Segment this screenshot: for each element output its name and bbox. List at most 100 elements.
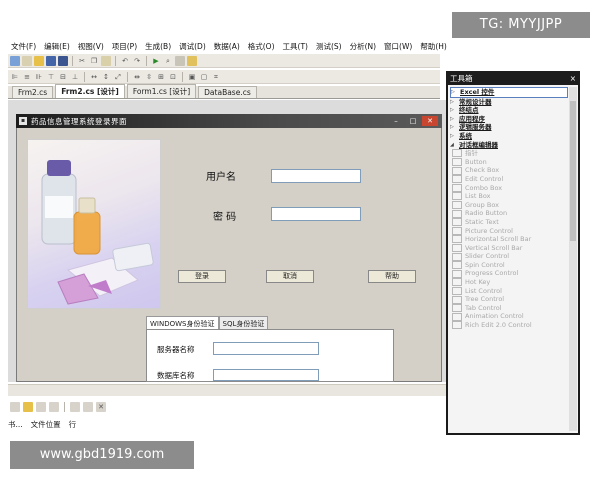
close-button[interactable]: ✕ <box>422 116 438 126</box>
toolbox-category-label: Excel 控件 <box>460 88 495 96</box>
menu-item[interactable]: 工具(T) <box>280 41 311 52</box>
database-name-input[interactable] <box>213 369 319 381</box>
menu-item[interactable]: 分析(N) <box>347 41 379 52</box>
toolbox-item[interactable]: Combo Box <box>450 184 568 193</box>
open-folder-icon[interactable] <box>34 55 44 66</box>
toolbox-item[interactable]: Tree Control <box>450 295 568 304</box>
toolbox-item[interactable]: List Control <box>450 287 568 296</box>
document-tab[interactable]: Form1.cs [设计] <box>126 84 197 98</box>
align-bottom-icon[interactable]: ⊥ <box>70 72 80 82</box>
toolbox-category[interactable]: ▷ 终结点 <box>450 106 568 115</box>
tab-order-icon[interactable]: ⌗ <box>211 72 221 82</box>
username-input[interactable] <box>271 169 361 183</box>
toolbox-category[interactable]: ▷ 常规设计器 <box>450 98 568 107</box>
next-icon[interactable] <box>49 402 59 412</box>
menu-item[interactable]: 视图(V) <box>75 41 107 52</box>
auth-tab[interactable]: WINDOWS身份验证 <box>146 316 219 329</box>
toolbox-item[interactable]: 指针 <box>450 149 568 158</box>
menu-item[interactable]: 窗口(W) <box>381 41 415 52</box>
align-top-icon[interactable]: ⊤ <box>46 72 56 82</box>
same-height-icon[interactable]: ↕ <box>101 72 111 82</box>
copy-icon[interactable]: ❐ <box>89 56 99 66</box>
toolbox-category[interactable]: ◢ 对话框编辑器 <box>450 141 568 150</box>
toolbox-item[interactable]: Picture Control <box>450 227 568 236</box>
document-tab[interactable]: Frm2.cs <box>12 86 54 98</box>
new-project-icon[interactable] <box>10 55 20 66</box>
toolbox-item[interactable]: Radio Button <box>450 209 568 218</box>
cancel-button[interactable]: 取消 <box>266 270 314 283</box>
same-width-icon[interactable]: ↔ <box>89 72 99 82</box>
start-debug-icon[interactable]: ▶ <box>151 56 161 66</box>
prev-icon[interactable] <box>36 402 46 412</box>
toolbar-separator <box>182 71 183 82</box>
align-right-icon[interactable]: ⊪ <box>34 72 44 82</box>
toolbox-item[interactable]: Spin Control <box>450 261 568 270</box>
align-middle-icon[interactable]: ⊟ <box>58 72 68 82</box>
save-all-icon[interactable] <box>58 55 68 66</box>
toolbox-item[interactable]: Button <box>450 158 568 167</box>
help-button[interactable]: 帮助 <box>368 270 416 283</box>
align-left-icon[interactable]: ⊫ <box>10 72 20 82</box>
send-back-icon[interactable]: ▢ <box>199 72 209 82</box>
menu-item[interactable]: 编辑(E) <box>41 41 73 52</box>
paste-icon[interactable] <box>101 55 111 66</box>
document-tab[interactable]: DataBase.cs <box>198 86 257 98</box>
toolbox-category[interactable]: ▷ 系统 <box>450 132 568 141</box>
toolbox-item[interactable]: Horizontal Scroll Bar <box>450 235 568 244</box>
maximize-button[interactable]: □ <box>405 116 421 126</box>
toolbox-item[interactable]: Animation Control <box>450 312 568 321</box>
properties-icon[interactable] <box>187 55 197 66</box>
same-size-icon[interactable]: ⤢ <box>113 72 123 82</box>
minimize-button[interactable]: – <box>388 116 404 126</box>
align-center-icon[interactable]: ≡ <box>22 72 32 82</box>
menu-item[interactable]: 调试(D) <box>176 41 209 52</box>
center-v-icon[interactable]: ⊡ <box>168 72 178 82</box>
h-spacing-icon[interactable]: ⇹ <box>132 72 142 82</box>
add-item-icon[interactable] <box>22 55 32 66</box>
toolbox-item[interactable]: Group Box <box>450 201 568 210</box>
toolbox-item[interactable]: List Box <box>450 192 568 201</box>
filter-icon[interactable] <box>70 402 80 412</box>
cut-icon[interactable]: ✂ <box>77 56 87 66</box>
menu-item[interactable]: 数据(A) <box>211 41 243 52</box>
form-title-bar[interactable]: ▪ 药品信息管理系统登录界面 – □ ✕ <box>16 114 442 128</box>
menu-item[interactable]: 生成(B) <box>142 41 174 52</box>
find-icon[interactable]: ⌕ <box>163 56 173 66</box>
toolbox-item[interactable]: Progress Control <box>450 269 568 278</box>
password-input[interactable] <box>271 207 361 221</box>
redo-icon[interactable]: ↷ <box>132 56 142 66</box>
toolbox-item[interactable]: Vertical Scroll Bar <box>450 244 568 253</box>
toolbox-close-icon[interactable]: × <box>570 74 576 83</box>
toolbox-item[interactable]: Tab Control <box>450 304 568 313</box>
auth-tab[interactable]: SQL身份验证 <box>218 316 269 329</box>
wrap-icon[interactable] <box>83 402 93 412</box>
menu-item[interactable]: 帮助(H) <box>417 41 450 52</box>
menu-item[interactable]: 测试(S) <box>313 41 345 52</box>
bring-front-icon[interactable]: ▣ <box>187 72 197 82</box>
toolbox-item[interactable]: Rich Edit 2.0 Control <box>450 321 568 330</box>
server-name-input[interactable] <box>213 342 319 355</box>
large-bottle-cap <box>47 160 71 176</box>
toolbox-item[interactable]: Slider Control <box>450 252 568 261</box>
menu-item[interactable]: 项目(P) <box>109 41 140 52</box>
v-spacing-icon[interactable]: ⇳ <box>144 72 154 82</box>
toolbox-category[interactable]: ▷ 逻辑服务器 <box>450 123 568 132</box>
toolbox-item[interactable]: Edit Control <box>450 175 568 184</box>
toolbox-item[interactable]: Check Box <box>450 166 568 175</box>
save-icon[interactable] <box>46 55 56 66</box>
toolbox-category[interactable]: ▷ Excel 控件 <box>450 87 568 98</box>
toolbox-item[interactable]: Static Text <box>450 218 568 227</box>
toolbox-item[interactable]: Hot Key <box>450 278 568 287</box>
clear-icon[interactable] <box>10 402 20 412</box>
undo-icon[interactable]: ↶ <box>120 56 130 66</box>
scroll-thumb[interactable] <box>570 101 576 241</box>
document-tab[interactable]: Frm2.cs [设计] <box>55 84 125 98</box>
center-h-icon[interactable]: ⊞ <box>156 72 166 82</box>
menu-item[interactable]: 文件(F) <box>8 41 39 52</box>
toolbox-scrollbar[interactable] <box>569 87 577 431</box>
remove-icon[interactable]: ✕ <box>96 402 106 412</box>
login-button[interactable]: 登录 <box>178 270 226 283</box>
menu-item[interactable]: 格式(O) <box>245 41 278 52</box>
solution-explorer-icon[interactable] <box>175 55 185 66</box>
folder-icon[interactable] <box>23 402 33 412</box>
